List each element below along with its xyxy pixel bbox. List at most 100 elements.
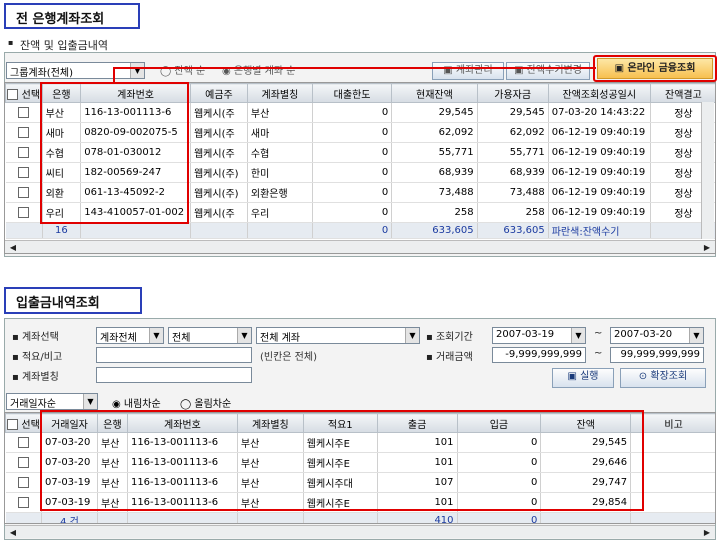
amount-to-input[interactable]: 99,999,999,999 bbox=[610, 347, 704, 363]
cell-available: 68,939 bbox=[477, 162, 549, 183]
chevron-down-icon: ▼ bbox=[149, 328, 163, 343]
col-header-success-datetime[interactable]: 잔액조회성공일시 bbox=[547, 83, 651, 103]
cell-alias: 우리 bbox=[247, 202, 313, 223]
row-checkbox-cell[interactable] bbox=[5, 182, 43, 203]
scope-combo[interactable]: 전체 ▼ bbox=[168, 327, 252, 344]
bottom-horizontal-scrollbar[interactable]: ◀ ▶ bbox=[5, 525, 715, 538]
select-all-checkbox[interactable] bbox=[7, 89, 19, 100]
date-from-value: 2007-03-19 bbox=[496, 329, 555, 340]
extended-search-button[interactable]: ⊙ 확장조회 bbox=[620, 368, 706, 388]
footer-deposit-total: 0 bbox=[457, 512, 542, 523]
summary-row: 16 0 633,605 633,605 파란색:잔액수기 bbox=[5, 222, 715, 239]
cell-loan: 0 bbox=[312, 142, 393, 163]
col-header-balance[interactable]: 현재잔액 bbox=[391, 83, 478, 103]
col-header-owner[interactable]: 예금주 bbox=[189, 83, 248, 103]
radio-desc[interactable]: ◉ 내림차순 bbox=[112, 395, 161, 410]
cell-owner: 웹케시(주 bbox=[190, 142, 248, 163]
footer-count: 16 bbox=[42, 222, 82, 239]
top-horizontal-scrollbar[interactable]: ◀ ▶ bbox=[5, 240, 715, 253]
cell-datetime: 06-12-19 09:40:19 bbox=[548, 162, 651, 183]
label-account-select: ▪ 계좌선택 bbox=[12, 332, 59, 343]
account-type-combo[interactable]: 계좌전체 ▼ bbox=[96, 327, 164, 344]
cell-loan: 0 bbox=[312, 182, 393, 203]
chevron-down-icon: ▼ bbox=[83, 394, 97, 409]
row-checkbox[interactable] bbox=[18, 126, 30, 138]
col-header-loan-limit[interactable]: 대출한도 bbox=[311, 83, 393, 103]
extended-search-label: 확장조회 bbox=[650, 371, 688, 382]
footer-blank bbox=[237, 512, 304, 523]
row-checkbox-cell[interactable] bbox=[5, 102, 43, 123]
doc-icon: ▣ bbox=[614, 63, 625, 74]
chevron-down-icon: ▼ bbox=[571, 328, 585, 343]
row-checkbox-cell[interactable] bbox=[5, 202, 43, 223]
date-to-picker[interactable]: 2007-03-20 ▼ bbox=[610, 327, 704, 344]
memo-input[interactable] bbox=[96, 347, 252, 363]
bullet-icon: ▪ bbox=[8, 38, 14, 47]
summary-row: 4 건 410 0 bbox=[5, 512, 715, 523]
label-memo-text: 적요/비고 bbox=[21, 352, 63, 363]
radio-asc-label: 올림차순 bbox=[194, 399, 232, 410]
account-combo[interactable]: 전체 계좌 ▼ bbox=[256, 327, 420, 344]
amount-from-input[interactable]: -9,999,999,999 bbox=[492, 347, 586, 363]
cell-balance: 62,092 bbox=[391, 122, 478, 143]
online-finance-button[interactable]: ▣ 온라인 금융조회 bbox=[597, 58, 713, 79]
group-account-value: 그룹계좌(전체) bbox=[10, 68, 74, 79]
row-checkbox-cell[interactable] bbox=[5, 142, 43, 163]
row-checkbox-cell[interactable] bbox=[5, 432, 42, 453]
col-select-label: 선택 bbox=[21, 419, 40, 431]
footer-blank bbox=[127, 512, 238, 523]
cell-alias: 새마 bbox=[247, 122, 313, 143]
select-all-checkbox[interactable] bbox=[7, 419, 19, 430]
scroll-right-icon[interactable]: ▶ bbox=[701, 242, 713, 253]
row-checkbox[interactable] bbox=[18, 146, 30, 158]
cell-owner: 웹케시(주 bbox=[190, 202, 248, 223]
radio-asc[interactable]: ◯ 올림차순 bbox=[180, 395, 231, 410]
footer-blank bbox=[190, 222, 248, 239]
row-checkbox[interactable] bbox=[18, 166, 30, 178]
run-label: 실행 bbox=[580, 371, 599, 382]
row-checkbox-cell[interactable] bbox=[5, 162, 43, 183]
chevron-down-icon: ▼ bbox=[237, 328, 251, 343]
row-checkbox[interactable] bbox=[18, 206, 30, 218]
sort-combo[interactable]: 거래일자순 ▼ bbox=[6, 393, 98, 410]
scroll-left-icon[interactable]: ◀ bbox=[7, 527, 19, 538]
col-header-select[interactable]: 선택 bbox=[5, 83, 43, 103]
run-button[interactable]: ▣ 실행 bbox=[552, 368, 614, 388]
date-to-value: 2007-03-20 bbox=[614, 329, 673, 340]
row-checkbox-cell[interactable] bbox=[5, 472, 42, 493]
scroll-left-icon[interactable]: ◀ bbox=[7, 242, 19, 253]
account-value: 전체 계좌 bbox=[260, 333, 300, 344]
row-checkbox[interactable] bbox=[17, 476, 29, 488]
sort-value: 거래일자순 bbox=[10, 399, 56, 410]
row-checkbox[interactable] bbox=[17, 496, 29, 508]
radio-desc-label: 내림차순 bbox=[123, 399, 161, 410]
label-alias: ▪ 계좌별칭 bbox=[12, 372, 59, 383]
row-checkbox[interactable] bbox=[17, 436, 29, 448]
cell-owner: 웹케시(주 bbox=[190, 102, 248, 123]
row-checkbox[interactable] bbox=[18, 186, 30, 198]
col-header-result[interactable]: 잔액결고 bbox=[649, 83, 715, 103]
scroll-right-icon[interactable]: ▶ bbox=[701, 527, 713, 538]
section-title-all-bank-accounts: 전 은행계좌조회 bbox=[4, 3, 140, 29]
account-type-value: 계좌전체 bbox=[100, 333, 137, 344]
row-checkbox[interactable] bbox=[18, 106, 30, 118]
tilde-sep: ~ bbox=[594, 348, 603, 359]
row-checkbox-cell[interactable] bbox=[5, 492, 42, 513]
row-checkbox-cell[interactable] bbox=[5, 122, 43, 143]
cell-alias: 외환은행 bbox=[247, 182, 313, 203]
col-header-available[interactable]: 가용자금 bbox=[476, 83, 549, 103]
row-checkbox-cell[interactable] bbox=[5, 452, 42, 473]
search-icon: ⊙ bbox=[638, 371, 648, 382]
cell-loan: 0 bbox=[312, 102, 393, 123]
alias-input[interactable] bbox=[96, 367, 252, 383]
label-amount-text: 거래금액 bbox=[435, 352, 473, 363]
top-vertical-scrollbar[interactable] bbox=[701, 102, 714, 239]
cell-balance: 258 bbox=[391, 202, 478, 223]
footer-balance-total: 633,605 bbox=[391, 222, 478, 239]
row-checkbox[interactable] bbox=[17, 456, 29, 468]
date-from-picker[interactable]: 2007-03-19 ▼ bbox=[492, 327, 586, 344]
cell-balance: 68,939 bbox=[391, 162, 478, 183]
cell-alias: 한미 bbox=[247, 162, 313, 183]
col-header-alias[interactable]: 계좌별칭 bbox=[246, 83, 313, 103]
col-header-select[interactable]: 선택 bbox=[5, 413, 42, 433]
